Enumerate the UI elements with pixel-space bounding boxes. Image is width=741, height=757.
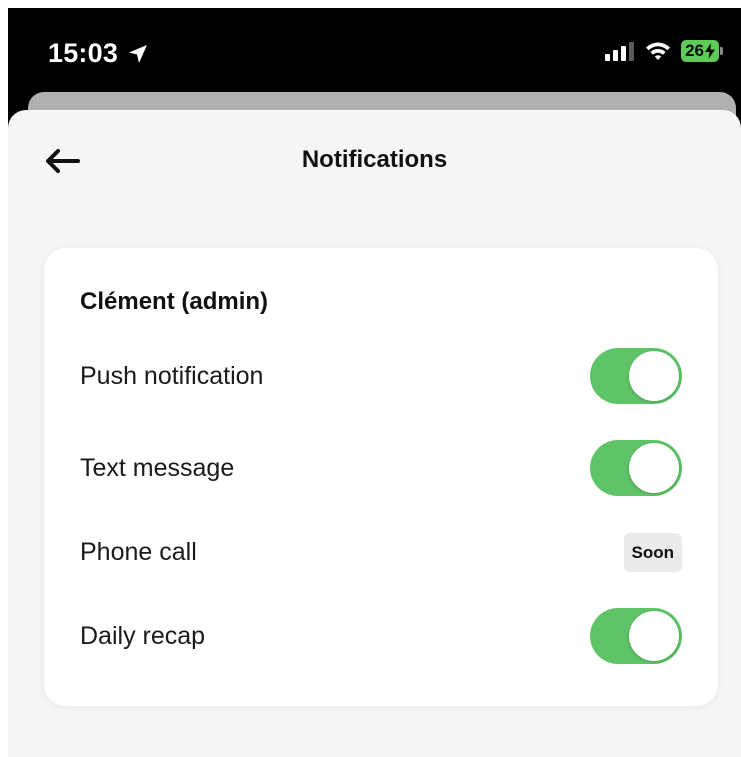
row-push-notification: Push notification: [80, 348, 682, 404]
notifications-sheet: Notifications Clément (admin) Push notif…: [8, 110, 741, 757]
row-label: Daily recap: [80, 621, 206, 650]
clock-text: 15:03: [48, 38, 119, 68]
app-screen: 15:03 26 Notifications Clément (admin) P…: [0, 0, 741, 757]
toggle-knob: [629, 443, 679, 493]
row-phone-call: Phone call Soon: [80, 524, 682, 580]
row-label: Push notification: [80, 361, 264, 390]
status-icons: 26: [605, 40, 723, 62]
battery-level: 26: [685, 41, 704, 60]
soon-badge: Soon: [623, 532, 682, 572]
bolt-icon: [705, 43, 715, 59]
text-message-toggle[interactable]: [590, 440, 682, 496]
toggle-knob: [629, 351, 679, 401]
toggle-knob: [629, 611, 679, 661]
status-time: 15:03: [48, 38, 150, 69]
row-label: Phone call: [80, 537, 197, 566]
battery-nub: [720, 47, 723, 55]
push-notification-toggle[interactable]: [590, 348, 682, 404]
wifi-icon: [646, 42, 671, 60]
page-title: Notifications: [301, 146, 448, 173]
battery-charging-icon: 26: [681, 40, 723, 62]
battery-body: 26: [681, 40, 719, 62]
header: Notifications: [8, 110, 741, 210]
daily-recap-toggle[interactable]: [590, 608, 682, 664]
cellular-signal-icon: [605, 42, 635, 61]
contact-name: Clément (admin): [80, 288, 269, 315]
notification-settings-card: Clément (admin) Push notification Text m…: [44, 248, 718, 706]
row-label: Text message: [80, 453, 235, 482]
location-arrow-icon: [129, 44, 148, 63]
row-daily-recap: Daily recap: [80, 608, 682, 664]
row-text-message: Text message: [80, 440, 682, 496]
